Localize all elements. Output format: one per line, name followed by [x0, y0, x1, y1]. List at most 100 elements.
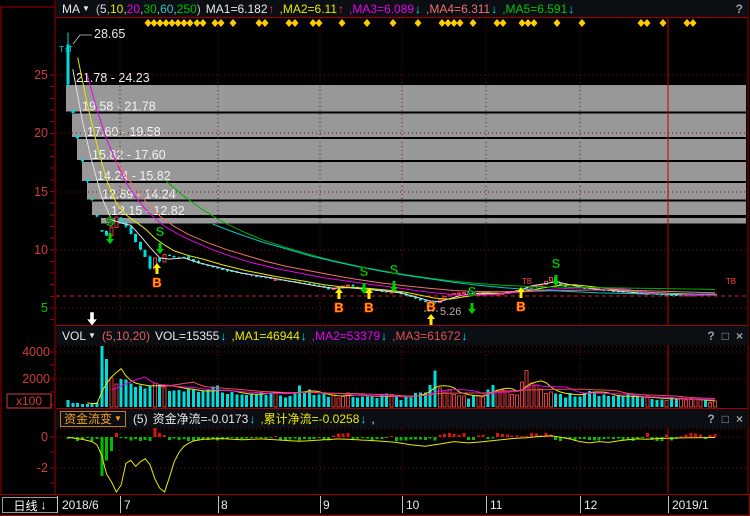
- flow-axis-label: -2: [37, 461, 48, 475]
- help-icon[interactable]: ?: [707, 412, 714, 426]
- indicator-value: ,MA3=61672: [392, 329, 460, 343]
- event-diamond-icon[interactable]: [163, 19, 170, 27]
- sell-marker: S: [360, 264, 369, 279]
- gap-band: [77, 139, 746, 160]
- event-diamond-icon[interactable]: [525, 19, 532, 27]
- axis-separator: [668, 496, 669, 513]
- event-diamond-icon[interactable]: [500, 19, 507, 27]
- event-diamond-icon[interactable]: [451, 19, 458, 27]
- help-icon[interactable]: ?: [707, 329, 714, 343]
- close-icon[interactable]: ×: [736, 412, 743, 426]
- maximize-icon[interactable]: □: [722, 329, 729, 343]
- down-arrow-icon: ↓: [462, 329, 468, 343]
- month-label: 2018/6: [62, 498, 99, 512]
- ma-params: (5,10,20,30,60,250): [96, 2, 201, 16]
- ma-param: 30: [143, 2, 156, 16]
- event-diamond-icon[interactable]: [292, 19, 299, 27]
- flow-indicator-label: 资金流变: [64, 410, 112, 427]
- high-price-label: 28.65: [94, 27, 125, 41]
- event-diamond-icon[interactable]: [194, 19, 201, 27]
- event-diamond-icon[interactable]: [181, 19, 188, 27]
- event-diamond-icon[interactable]: [390, 19, 397, 27]
- price-axis-label: 20: [34, 126, 48, 140]
- ma-indicator-dropdown[interactable]: MA▼: [62, 2, 90, 16]
- flow-values: 资金净流=-0.0173↓,累计净流=-0.0258↓,: [148, 410, 375, 427]
- sell-marker: S: [106, 214, 115, 229]
- volume-axis-label: 2000: [22, 372, 50, 386]
- event-diamond-icon[interactable]: [175, 19, 182, 27]
- event-diamond-icon[interactable]: [256, 19, 263, 27]
- down-arrow-icon: ↓: [301, 329, 307, 343]
- event-diamond-icon[interactable]: [316, 19, 323, 27]
- tb-marker: TB: [726, 277, 736, 286]
- price-axis-label: 5: [41, 301, 48, 315]
- indicator-value: 资金净流=-0.0173: [153, 410, 249, 427]
- ma-param: 5: [100, 2, 107, 16]
- axis-separator: [580, 496, 581, 513]
- close-icon[interactable]: ×: [736, 329, 743, 343]
- flow-indicator-dropdown[interactable]: 资金流变▼: [60, 411, 126, 427]
- event-diamond-icon[interactable]: [157, 19, 164, 27]
- event-diamond-icon[interactable]: [212, 19, 219, 27]
- event-diamond-icon[interactable]: [457, 19, 464, 27]
- event-diamond-icon[interactable]: [364, 19, 371, 27]
- event-diamond-icon[interactable]: [531, 19, 538, 27]
- event-diamond-icon[interactable]: [218, 19, 225, 27]
- volume-header-bar: VOL▼ (5,10,20) VOL=15355↓,MA1=46944↓,MA2…: [56, 325, 748, 345]
- event-diamond-icon[interactable]: [439, 19, 446, 27]
- month-label: 2019/1: [672, 498, 709, 512]
- event-diamond-icon[interactable]: [445, 19, 452, 27]
- event-diamond-icon[interactable]: [286, 19, 293, 27]
- maximize-icon[interactable]: □: [722, 412, 729, 426]
- sell-marker: S: [390, 262, 399, 277]
- volume-axis-label: 4000: [22, 345, 50, 359]
- event-diamond-icon[interactable]: [145, 19, 152, 27]
- ma-header-bar: MA▼ (5,10,20,30,60,250) MA1=6.182↑,MA2=6…: [56, 0, 748, 18]
- event-diamond-icon[interactable]: [169, 19, 176, 27]
- axis-separator: [57, 496, 58, 513]
- vol-indicator-dropdown[interactable]: VOL▼: [62, 329, 96, 343]
- event-diamond-icon[interactable]: [151, 19, 158, 27]
- flow-params: (5): [133, 412, 148, 426]
- event-diamond-icon[interactable]: [310, 19, 317, 27]
- sell-marker: S: [156, 224, 165, 239]
- gap-band-label: 17.60 - 19.58: [87, 125, 161, 139]
- event-diamond-icon[interactable]: [690, 19, 697, 27]
- event-diamond-icon[interactable]: [494, 19, 501, 27]
- sell-marker: S: [468, 284, 477, 299]
- indicator-value: MA1=6.182: [206, 2, 268, 16]
- event-diamond-icon[interactable]: [339, 19, 346, 27]
- event-diamond-icon[interactable]: [579, 19, 586, 27]
- moneyflow-series: [67, 428, 717, 476]
- chart-canvas[interactable]: 21.78 - 24.2319.58 - 21.7817.60 - 19.581…: [0, 0, 750, 516]
- event-diamond-icon[interactable]: [187, 19, 194, 27]
- ma-values: MA1=6.182↑,MA2=6.11↑,MA3=6.089↓,MA4=6.31…: [201, 2, 574, 16]
- event-diamond-icon[interactable]: [554, 19, 561, 27]
- event-diamond-icon[interactable]: [200, 19, 207, 27]
- volume-unit-label: x100: [16, 394, 42, 408]
- gap-band: [92, 201, 746, 215]
- event-diamond-icon[interactable]: [519, 19, 526, 27]
- event-diamond-icon[interactable]: [638, 19, 645, 27]
- event-diamond-icon[interactable]: [660, 19, 667, 27]
- ma-param: 10: [110, 2, 123, 16]
- event-diamond-icon[interactable]: [470, 19, 477, 27]
- event-diamond-icon[interactable]: [262, 19, 269, 27]
- price-axis-label: 25: [34, 68, 48, 82]
- month-label: 9: [323, 498, 330, 512]
- dropdown-arrow-icon: ▼: [88, 331, 96, 340]
- vol-indicator-label: VOL: [62, 329, 86, 343]
- help-icon[interactable]: ?: [736, 2, 743, 16]
- axis-separator: [486, 496, 487, 513]
- period-selector[interactable]: 日线↓: [2, 497, 58, 513]
- event-diamond-icon[interactable]: [644, 19, 651, 27]
- event-diamond-icon[interactable]: [415, 19, 422, 27]
- indicator-value: ,MA5=6.591: [502, 2, 567, 16]
- buy-marker: B: [426, 299, 435, 314]
- event-diamond-icon[interactable]: [230, 19, 237, 27]
- price-axis-label: 15: [34, 185, 48, 199]
- event-diamond-icon[interactable]: [684, 19, 691, 27]
- month-label: 7: [124, 498, 131, 512]
- indicator-value: ,MA2=6.11: [280, 2, 337, 16]
- gap-band: [82, 162, 746, 181]
